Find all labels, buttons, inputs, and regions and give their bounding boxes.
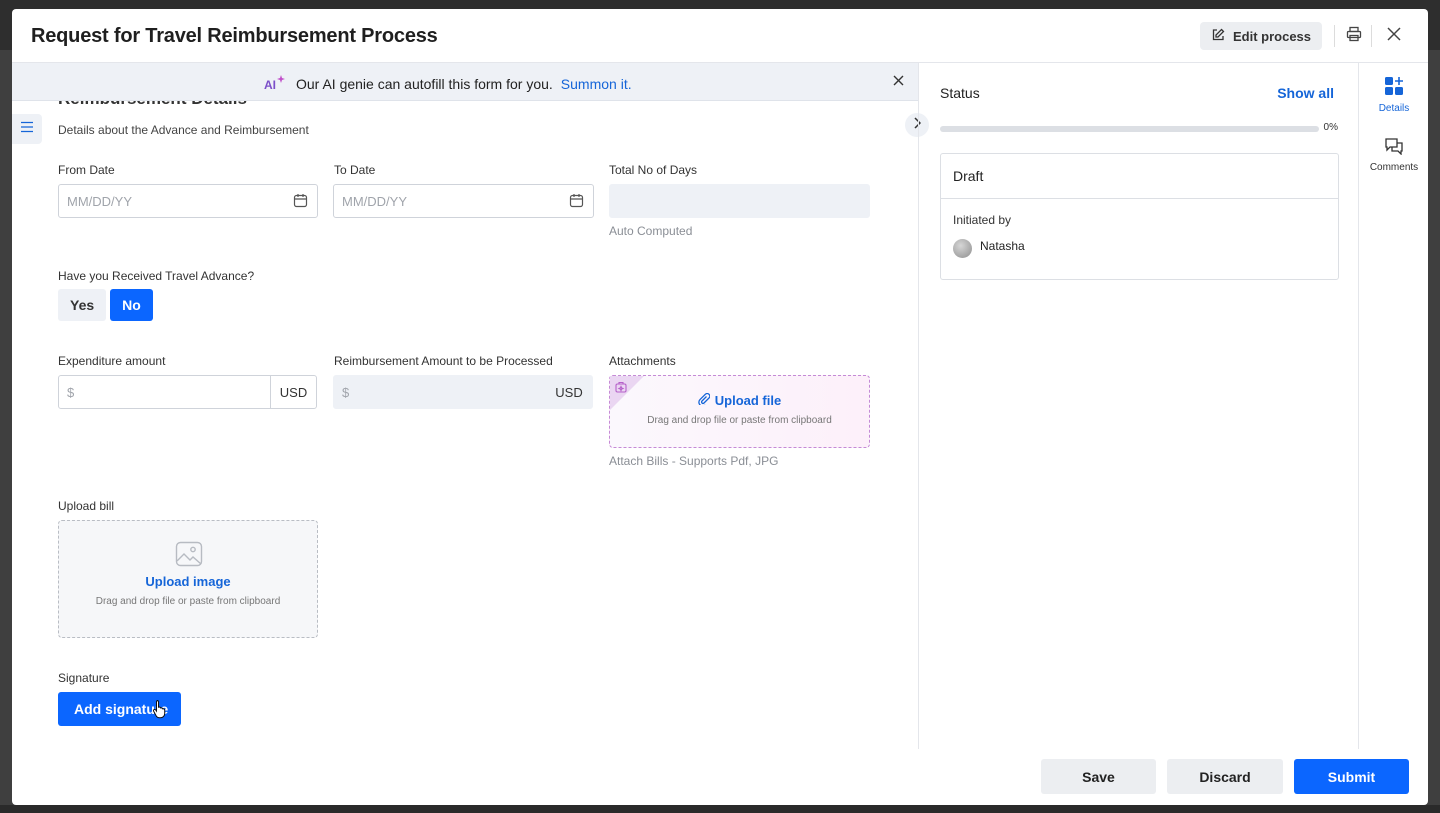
modal-title: Request for Travel Reimbursement Process [31,25,438,47]
advance-yes-option[interactable]: Yes [58,289,107,321]
close-icon [1387,26,1401,46]
svg-text:AI: AI [264,78,276,91]
paperclip-icon [698,392,711,408]
currency-label: USD [555,384,583,400]
pointer-cursor-icon [152,699,168,724]
travel-advance-toggle: Yes No [58,289,153,321]
ai-sparkle-icon: AI [264,73,288,94]
rail-comments-tab[interactable]: Comments [1359,126,1428,184]
attachments-label: Attachments [609,354,676,368]
edit-process-button[interactable]: Edit process [1200,22,1322,50]
total-days-hint: Auto Computed [609,224,693,238]
close-modal-button[interactable] [1384,26,1404,46]
modal-footer: Save Discard Submit [12,749,1428,805]
signature-label: Signature [58,671,110,685]
rail-details-label: Details [1378,103,1410,114]
dollar-symbol: $ [342,385,350,400]
ai-banner-message: Our AI genie can autofill this form for … [296,75,553,92]
rail-details-tab[interactable]: Details [1359,66,1428,124]
dollar-symbol: $ [67,385,75,400]
dismiss-banner-button[interactable] [889,73,907,91]
close-icon [893,73,904,91]
progress-percent: 0% [1323,122,1338,133]
status-state: Draft [953,168,984,184]
currency-selector[interactable]: USD [270,376,316,408]
calendar-icon[interactable] [293,193,308,213]
upload-bill-drop-hint: Drag and drop file or paste from clipboa… [95,596,281,607]
initiator-name: Natasha [980,239,1025,253]
app-backdrop-bottom [0,805,1440,813]
upload-image-link[interactable]: Upload image [59,574,317,589]
expenditure-label: Expenditure amount [58,354,166,368]
status-panel: Status Show all 0% Draft Initiated by Na… [918,63,1358,749]
status-title: Status [940,85,980,101]
upload-bill-label: Upload bill [58,499,115,513]
side-rail: Details Comments [1358,63,1428,749]
sections-menu-button[interactable] [12,114,42,144]
show-all-link[interactable]: Show all [1277,85,1334,101]
from-date-input[interactable]: MM/DD/YY [58,184,318,218]
avatar [953,239,972,258]
menu-icon [20,120,34,138]
from-date-label: From Date [58,163,115,177]
header-divider [1371,25,1372,47]
upload-file-link[interactable]: Upload file [715,393,781,408]
form-area: Reimbursement Details Details about the … [12,101,918,749]
header-divider [1334,25,1335,47]
attachments-drop-hint: Drag and drop file or paste from clipboa… [647,415,832,426]
upload-bill-dropzone[interactable]: Upload image Drag and drop file or paste… [58,520,318,638]
to-date-label: To Date [334,163,376,177]
edit-icon [1211,28,1225,45]
summon-ai-link[interactable]: Summon it. [561,76,632,92]
attachments-dropzone[interactable]: Upload file Drag and drop file or paste … [609,375,870,448]
progress-bar [940,126,1319,132]
edit-process-label: Edit process [1232,28,1312,44]
to-date-input[interactable]: MM/DD/YY [333,184,594,218]
status-card: Draft Initiated by Natasha [940,153,1339,280]
modal-header: Request for Travel Reimbursement Process… [12,9,1428,63]
submit-button[interactable]: Submit [1294,759,1409,794]
status-card-header: Draft [941,154,1338,199]
initiated-by-label: Initiated by [953,213,1012,227]
expenditure-input[interactable]: $ USD [58,375,317,409]
details-grid-icon [1384,76,1404,99]
reimbursement-input: $ USD [333,375,593,409]
calendar-icon[interactable] [569,193,584,213]
from-date-placeholder: MM/DD/YY [67,194,132,209]
travel-advance-label: Have you Received Travel Advance? [58,269,255,283]
to-date-placeholder: MM/DD/YY [342,194,407,209]
comments-icon [1384,137,1404,158]
section-title: Reimbursement Details [58,101,247,109]
section-subtitle: Details about the Advance and Reimbursem… [58,123,309,137]
process-modal: Request for Travel Reimbursement Process… [12,9,1428,805]
total-days-label: Total No of Days [609,163,698,177]
reimbursement-label: Reimbursement Amount to be Processed [334,354,553,368]
rail-comments-label: Comments [1369,162,1419,173]
attachments-hint: Attach Bills - Supports Pdf, JPG [609,454,779,468]
ai-banner: AI Our AI genie can autofill this form f… [12,63,918,101]
save-button[interactable]: Save [1041,759,1156,794]
total-days-input [609,184,870,218]
advance-no-option[interactable]: No [110,289,153,321]
printer-icon [1346,26,1362,47]
discard-button[interactable]: Discard [1167,759,1283,794]
print-button[interactable] [1344,26,1364,46]
image-icon [175,541,203,572]
